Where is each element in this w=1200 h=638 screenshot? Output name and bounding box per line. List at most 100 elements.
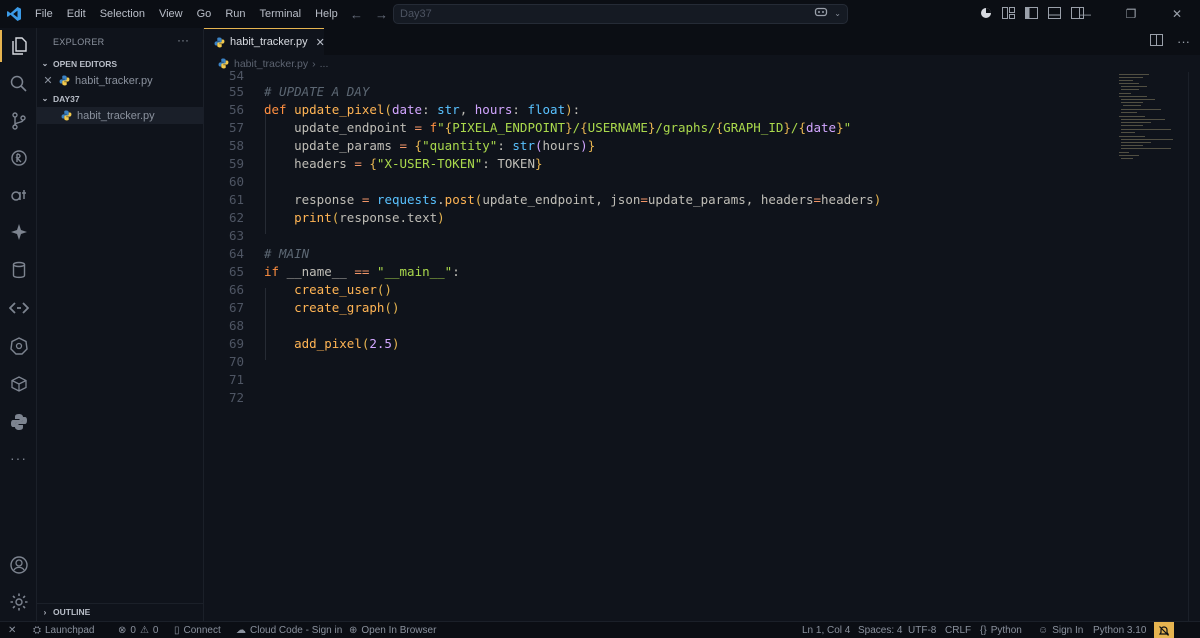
accounts-pie-icon[interactable] [980,7,992,22]
chevron-down-icon: ⌄ [41,94,49,103]
open-editors-header[interactable]: ⌄ OPEN EDITORS [37,55,204,72]
accounts-icon[interactable] [0,549,37,581]
folder-file-name: habit_tracker.py [77,109,155,122]
encoding[interactable]: UTF-8 [908,622,936,638]
globe-icon: ⊕ [349,625,358,636]
remote-explorer-icon[interactable] [0,292,37,324]
database-icon[interactable] [0,254,37,286]
language-mode[interactable]: {} Python [980,622,1022,638]
notifications-bell-icon[interactable] [1154,622,1174,638]
indentation[interactable]: Spaces: 4 [858,622,902,638]
python-icon[interactable] [0,406,37,438]
folder-header[interactable]: ⌄ DAY37 [37,90,204,107]
database-connect-icon: ▯ [174,625,180,636]
search-icon[interactable] [0,68,37,100]
tab-habit-tracker[interactable]: habit_tracker.py ✕ [204,28,325,55]
menu-terminal[interactable]: Terminal [253,0,309,28]
code-line: 70 [228,353,244,369]
vertical-scrollbar[interactable] [1188,72,1200,621]
explorer-more-actions-icon[interactable]: ··· [177,33,189,47]
code-line: 71 [228,371,244,387]
python-file-icon [61,110,72,121]
extension-ai-icon[interactable] [0,179,37,211]
chevron-down-icon: ⌄ [41,59,49,68]
more-views-icon[interactable]: ··· [0,442,37,474]
python-interpreter[interactable]: Python 3.10 [1093,622,1146,638]
code-line: 66 create_user() [228,281,392,297]
forward-arrow-icon[interactable]: → [375,7,388,22]
code-editor[interactable]: 54 55 # UPDATE A DAY 56 def update_pixel… [204,68,1200,621]
problems-item[interactable]: ⊗ 0 ⚠ 0 [118,622,158,638]
code-line: 62 print(response.text) [228,209,445,225]
code-line: 56 def update_pixel(date: str, hours: fl… [228,101,581,117]
search-placeholder: Day37 [400,8,432,20]
minimize-icon[interactable]: — [1062,7,1108,21]
open-in-browser-item[interactable]: ⊕ Open In Browser [349,622,436,638]
code-line: 61 response = requests.post(update_endpo… [228,191,882,207]
menu-file[interactable]: File [28,0,60,28]
folder-label: DAY37 [53,93,80,104]
restore-icon[interactable]: ❐ [1108,7,1154,21]
menu-bar: File Edit Selection View Go Run Terminal… [28,0,345,28]
line-endings[interactable]: CRLF [945,622,971,638]
folder-file-item[interactable]: habit_tracker.py [37,107,204,124]
error-icon: ⊗ [118,625,127,636]
menu-selection[interactable]: Selection [93,0,152,28]
outline-label: OUTLINE [53,607,91,617]
toggle-primary-sidebar-icon[interactable] [1025,6,1038,22]
status-bar: ✕ ⛭ Launchpad ⊗ 0 ⚠ 0 ▯ Connect ☁ Cloud … [0,621,1200,638]
cloud-code-item[interactable]: ☁ Cloud Code - Sign in [236,622,342,638]
menu-edit[interactable]: Edit [60,0,93,28]
python-file-icon [59,75,70,86]
menu-view[interactable]: View [152,0,190,28]
sparkle-icon[interactable] [0,216,37,248]
menu-help[interactable]: Help [308,0,345,28]
code-line: 57 update_endpoint = f"{PIXELA_ENDPOINT}… [228,119,852,135]
connect-item[interactable]: ▯ Connect [174,622,221,638]
code-line: 64 # MAIN [228,245,310,261]
title-bar: File Edit Selection View Go Run Terminal… [0,0,1200,28]
close-editor-icon[interactable]: ✕ [37,74,59,87]
tab-label: habit_tracker.py [230,36,308,48]
code-line: 67 create_graph() [228,299,400,315]
code-line: 55 # UPDATE A DAY [228,83,370,99]
copilot-icon[interactable] [814,6,828,21]
menu-run[interactable]: Run [218,0,252,28]
cursor-position[interactable]: Ln 1, Col 4 [802,622,850,638]
kubernetes-icon[interactable] [0,330,37,362]
customize-layout-icon[interactable] [1002,6,1015,22]
close-window-icon[interactable]: ✕ [1154,7,1200,21]
code-line: 60 [228,173,244,189]
menu-go[interactable]: Go [190,0,219,28]
command-center-search[interactable]: Day37 ⌄ [393,4,848,24]
outline-header[interactable]: › OUTLINE [37,603,204,620]
code-line: 68 [228,317,244,333]
code-line: 59 headers = {"X-USER-TOKEN": TOKEN} [228,155,543,171]
more-actions-icon[interactable]: ··· [1177,34,1190,49]
toggle-panel-icon[interactable] [1048,6,1061,22]
back-arrow-icon[interactable]: ← [350,7,363,22]
chevron-right-icon: › [43,607,47,617]
settings-gear-icon[interactable] [0,586,37,618]
close-tab-icon[interactable]: ✕ [316,36,325,49]
remote-indicator-icon[interactable]: ✕ [8,622,16,638]
explorer-icon[interactable] [0,30,37,62]
code-line: 58 update_params = {"quantity": str(hour… [228,137,596,153]
run-debug-icon[interactable] [0,142,37,174]
source-control-icon[interactable] [0,105,37,137]
split-editor-icon[interactable] [1150,34,1163,49]
explorer-title: EXPLORER [53,37,105,47]
sign-in-item[interactable]: ☺ Sign In [1038,622,1083,638]
minimap[interactable] [1115,72,1185,162]
open-editor-item[interactable]: ✕ habit_tracker.py [37,72,204,89]
code-line: 72 [228,389,244,405]
open-editor-filename: habit_tracker.py [75,74,153,87]
explorer-sidebar: EXPLORER ··· ⌄ OPEN EDITORS ✕ habit_trac… [37,28,204,621]
packages-icon[interactable] [0,368,37,400]
comment: # UPDATE A DAY [264,83,370,99]
copilot-menu-chevron-icon[interactable]: ⌄ [834,9,841,18]
editor-tabs: habit_tracker.py ✕ ··· [204,28,1200,55]
launchpad-icon: ⛭ [33,625,41,636]
launchpad-item[interactable]: ⛭ Launchpad [33,622,95,638]
warning-icon: ⚠ [139,625,149,636]
